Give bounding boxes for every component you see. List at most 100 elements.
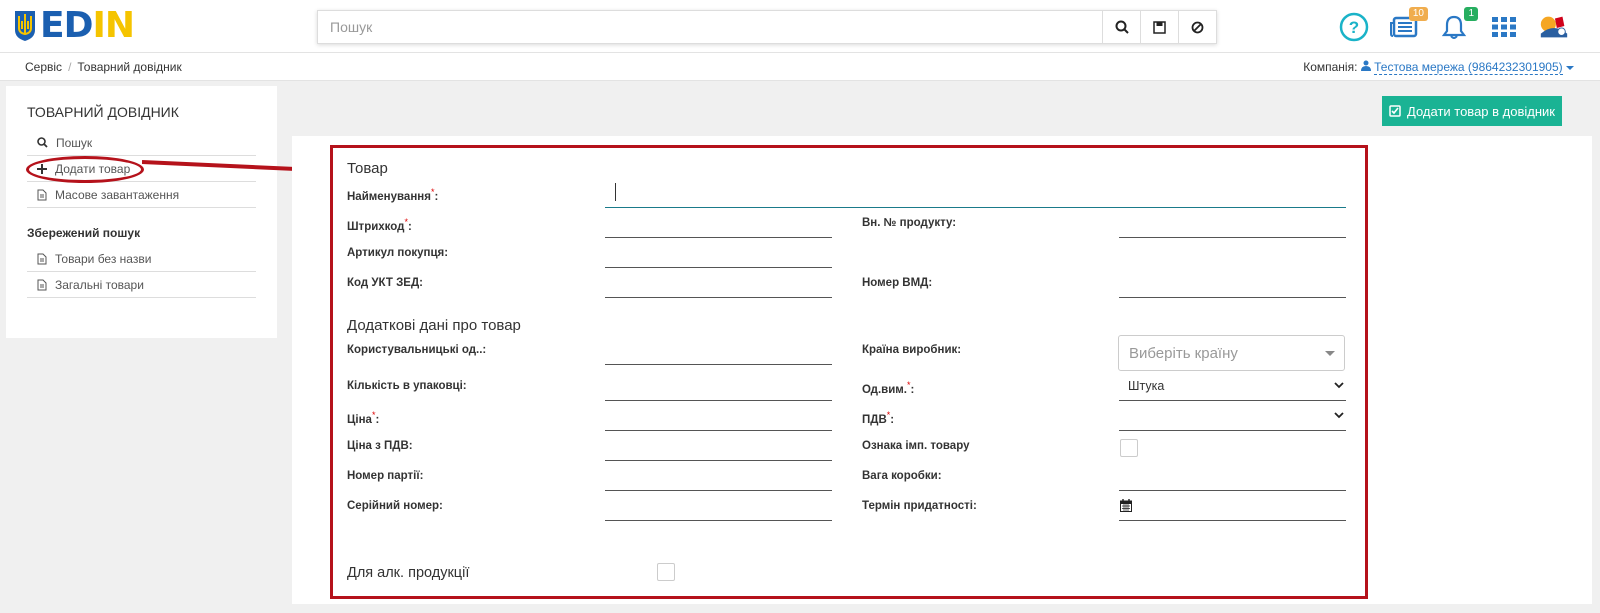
unit-label: Од.вим.*: (862, 380, 914, 396)
name-label: Найменування*: (347, 187, 438, 203)
add-button-label: Додати товар в довідник (1407, 103, 1555, 119)
news-badge: 10 (1408, 7, 1428, 21)
serial-input[interactable] (605, 520, 832, 521)
search-input[interactable] (318, 11, 1102, 43)
vmd-label: Номер ВМД: (862, 277, 933, 289)
buyer-article-input[interactable] (605, 267, 832, 268)
chevron-down-icon[interactable] (1334, 382, 1344, 389)
pack-qty-input[interactable] (605, 400, 832, 401)
user-units-input[interactable] (605, 364, 832, 365)
user-icon (1360, 60, 1371, 71)
import-flag-label: Ознака імп. товару (862, 440, 970, 452)
sidebar: ТОВАРНИЙ ДОВІДНИК Пошук Додати товар Мас… (6, 86, 277, 338)
price-input[interactable] (605, 430, 832, 431)
company-selector: Компанія: Тестова мережа (9864232301905) (1303, 60, 1574, 75)
top-header: EDIN ? 10 1 (0, 0, 1600, 53)
floppy-icon (1153, 20, 1166, 34)
notifications-badge: 1 (1464, 7, 1478, 21)
trident-shield-icon (15, 11, 35, 41)
bell-icon (1441, 15, 1467, 39)
highlight-ellipse (26, 156, 144, 183)
expiry-input[interactable] (1119, 520, 1346, 521)
internal-no-input[interactable] (1119, 237, 1346, 238)
apps-button[interactable] (1488, 11, 1520, 43)
sidebar-item-label: Пошук (56, 135, 93, 150)
app-logo[interactable]: EDIN (14, 5, 135, 46)
save-search-button[interactable] (1140, 11, 1178, 43)
label-colon: : (434, 190, 439, 203)
import-flag-checkbox[interactable] (1120, 439, 1138, 457)
alcohol-checkbox[interactable] (657, 563, 675, 581)
company-avatar[interactable] (1538, 11, 1570, 43)
country-select[interactable]: Виберіть країну (1118, 335, 1345, 371)
expiry-label: Термін придатності: (862, 500, 977, 512)
search-button[interactable] (1102, 11, 1140, 43)
price-label: Ціна*: (347, 410, 379, 426)
barcode-label: Штрихкод*: (347, 217, 412, 233)
search-bar (317, 10, 1217, 44)
vat-label: ПДВ*: (862, 410, 894, 426)
check-square-icon (1389, 105, 1401, 117)
country-placeholder: Виберіть країну (1129, 345, 1238, 362)
clear-search-button[interactable] (1178, 11, 1216, 43)
barcode-label-text: Штрихкод (347, 220, 405, 233)
help-button[interactable]: ? (1338, 11, 1370, 43)
vat-select[interactable] (1119, 430, 1346, 431)
country-label: Країна виробник: (862, 344, 962, 356)
vat-label-text: ПДВ (862, 413, 887, 426)
company-value: Тестова мережа (9864232301905) (1374, 60, 1563, 75)
file-icon (37, 279, 47, 290)
batch-input[interactable] (605, 490, 832, 491)
unit-label-text: Од.вим. (862, 383, 907, 396)
batch-label: Номер партії: (347, 470, 424, 482)
sidebar-item-bulk-upload[interactable]: Масове завантаження (27, 182, 256, 208)
breadcrumb-service[interactable]: Сервіс (25, 60, 62, 74)
sidebar-item-search[interactable]: Пошук (27, 130, 256, 156)
search-icon (1115, 20, 1129, 34)
breadcrumb-separator: / (68, 60, 72, 74)
company-dropdown[interactable]: Тестова мережа (9864232301905) (1360, 60, 1574, 75)
internal-no-label: Вн. № продукту: (862, 217, 957, 229)
sidebar-title: ТОВАРНИЙ ДОВІДНИК (27, 104, 179, 120)
label-colon: : (407, 220, 412, 233)
breadcrumb: Сервіс / Товарний довідник (25, 60, 182, 74)
caret-down-icon (1566, 66, 1574, 70)
vmd-input[interactable] (1119, 297, 1346, 298)
pack-qty-label: Кількість в упаковці: (347, 380, 467, 392)
ukt-code-input[interactable] (605, 297, 832, 298)
company-label: Компанія: (1303, 60, 1358, 74)
sidebar-item-label: Товари без назви (55, 251, 152, 266)
chevron-down-icon[interactable] (1334, 412, 1344, 419)
saved-search-item-general[interactable]: Загальні товари (27, 272, 256, 298)
price-vat-input[interactable] (605, 460, 832, 461)
help-icon: ? (1339, 12, 1369, 42)
price-vat-label: Ціна з ПДВ: (347, 440, 413, 452)
saved-search-item-unnamed[interactable]: Товари без назви (27, 246, 256, 272)
breadcrumb-bar: Сервіс / Товарний довідник Компанія: Тесто… (0, 53, 1600, 81)
saved-search-list: Товари без назви Загальні товари (27, 246, 256, 298)
box-weight-input[interactable] (1119, 490, 1346, 491)
grid-icon (1492, 17, 1516, 37)
sidebar-item-label: Масове завантаження (55, 187, 180, 202)
calendar-icon[interactable] (1120, 499, 1132, 512)
section-title-additional: Додаткові дані про товар (347, 317, 521, 334)
file-icon (37, 253, 47, 264)
file-icon (37, 189, 47, 200)
add-to-directory-button[interactable]: Додати товар в довідник (1382, 96, 1562, 126)
caret-down-icon (1325, 351, 1335, 356)
news-button[interactable]: 10 (1388, 7, 1428, 43)
saved-search-title: Збережений пошук (27, 226, 141, 240)
alcohol-label: Для алк. продукції (347, 565, 470, 581)
buyer-article-label: Артикул покупця: (347, 247, 449, 259)
price-label-text: Ціна (347, 413, 372, 426)
unit-select-underline (1119, 400, 1346, 401)
ban-icon (1191, 21, 1204, 33)
barcode-input[interactable] (605, 237, 832, 238)
notifications-button[interactable]: 1 (1438, 7, 1478, 43)
search-icon (37, 137, 48, 148)
header-icons: ? 10 1 (1338, 7, 1570, 44)
logo-text: EDIN (40, 5, 135, 46)
breadcrumb-product-directory: Товарний довідник (77, 60, 182, 74)
name-input[interactable] (605, 207, 1346, 208)
unit-select-value[interactable]: Штука (1128, 379, 1164, 393)
